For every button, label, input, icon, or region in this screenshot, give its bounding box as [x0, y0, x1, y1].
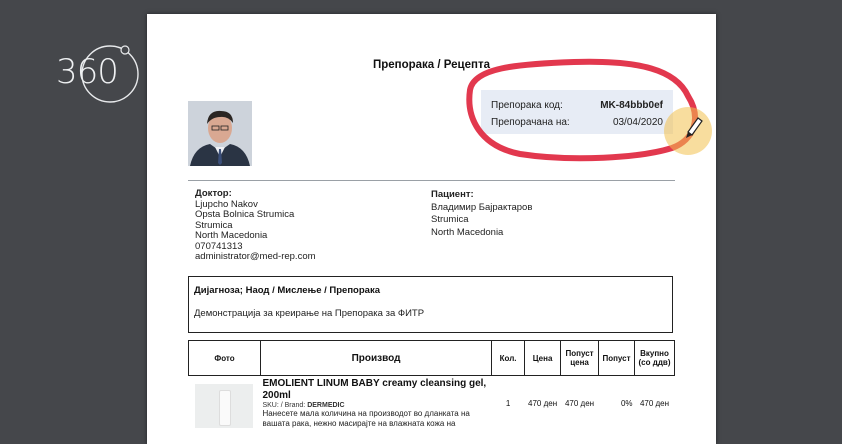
patient-country: North Macedonia	[431, 226, 504, 238]
doctor-hospital: Opsta Bolnica Strumica	[195, 209, 295, 220]
doctor-country: North Macedonia	[195, 230, 268, 241]
product-total: 470 ден	[639, 399, 670, 408]
patient-city: Strumica	[431, 214, 469, 225]
code-value: MK-84bbb0ef	[600, 100, 663, 111]
patient-info: Пациент: Владимир Бајрактаров Strumica N…	[431, 189, 532, 239]
col-qty: Кол.	[491, 340, 526, 376]
col-price: Цена	[524, 340, 562, 376]
col-photo: Фото	[188, 340, 261, 376]
recommendation-code-box: Препорака код: MK-84bbb0ef Препорачана н…	[481, 90, 673, 134]
diagnosis-heading: Дијагноза; Наод / Мислење / Препорака	[194, 285, 380, 296]
product-description: Нанесете мала количина на производот во …	[262, 409, 470, 428]
col-total: Вкупно (со ддв)	[634, 340, 675, 376]
diagnosis-text: Демонстрација за креирање на Препорака з…	[194, 308, 425, 319]
product-cell: EMOLIENT LINUM BABY creamy cleansing gel…	[260, 376, 491, 432]
prescription-document: Препорака / Рецепта Препорака код: MK-84…	[147, 14, 716, 444]
col-product: Производ	[259, 340, 493, 376]
date-value: 03/04/2020	[612, 117, 663, 128]
patient-heading: Пациент:	[431, 189, 474, 200]
doctor-info: Доктор: Ljupcho Nakov Opsta Bolnica Stru…	[195, 188, 316, 263]
col-discount: Попуст	[598, 340, 635, 376]
product-thumbnail	[195, 383, 254, 428]
product-photo-cell	[189, 376, 261, 432]
code-label: Препорака код:	[491, 100, 563, 111]
table-row: EMOLIENT LINUM BABY creamy cleansing gel…	[189, 376, 675, 432]
diagnosis-box: Дијагноза; Наод / Мислење / Препорака Де…	[188, 276, 673, 333]
col-discount-price: Попуст цена	[560, 340, 600, 376]
doctor-photo	[188, 101, 252, 166]
product-sku: SKU: / Brand: DERMEDIC	[262, 402, 345, 409]
date-label: Препорачана на:	[491, 117, 570, 128]
product-brand: DERMEDIC	[307, 402, 345, 409]
doctor-heading: Доктор:	[195, 188, 232, 199]
patient-name: Владимир Бајрактаров	[431, 201, 533, 213]
product-price: 470 ден	[528, 399, 558, 408]
doctor-email: administrator@med-rep.com	[195, 251, 316, 262]
logo-360: 360	[54, 44, 140, 106]
logo-text: 360	[56, 52, 119, 92]
product-qty: 1	[505, 399, 511, 408]
table-header-row: Фото Производ Кол. Цена Попуст цена Попу…	[188, 340, 675, 376]
products-table: Фото Производ Кол. Цена Попуст цена Попу…	[188, 340, 675, 431]
document-title: Препорака / Рецепта	[372, 59, 491, 71]
product-discount: 0%	[620, 399, 633, 408]
product-discount-price: 470 ден	[564, 399, 595, 408]
product-name: EMOLIENT LINUM BABY creamy cleansing gel…	[262, 378, 487, 401]
divider	[188, 180, 675, 181]
